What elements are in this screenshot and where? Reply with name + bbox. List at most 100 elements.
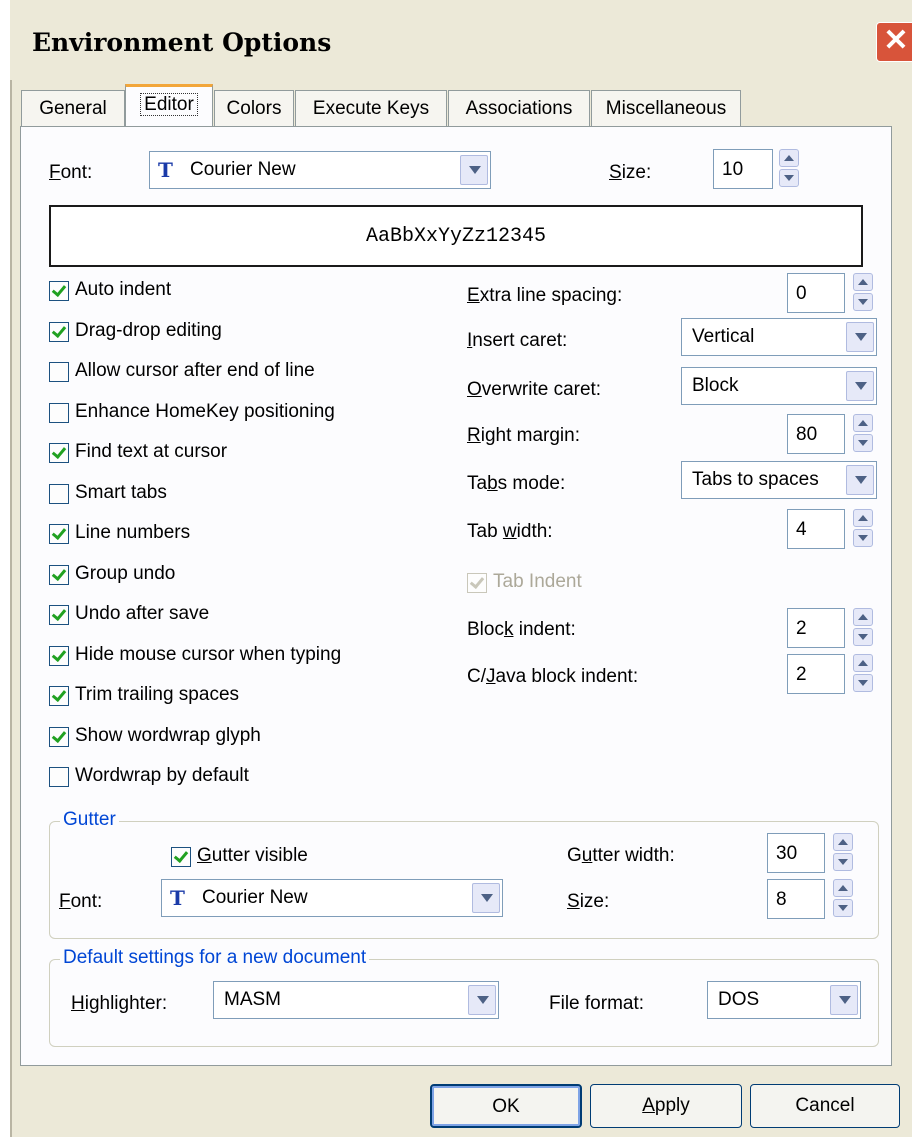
overwrite-caret-combo[interactable]: Block: [681, 367, 877, 405]
environment-options-window: Environment Options ✕ General Editor Col…: [0, 0, 912, 1137]
extra-line-spacing-input[interactable]: 0: [787, 273, 845, 313]
gutter-font-combo[interactable]: T Courier New: [161, 879, 503, 917]
title-bar[interactable]: Environment Options ✕: [10, 0, 912, 80]
option-checkbox[interactable]: [49, 443, 69, 463]
insert-caret-combo[interactable]: Vertical: [681, 318, 877, 356]
extra-line-spacing-label: Extra line spacing:: [467, 285, 623, 306]
tab-width-label: Tab width:: [467, 521, 553, 542]
spin-down-icon[interactable]: [853, 293, 873, 311]
option-checkbox[interactable]: [49, 645, 69, 666]
cancel-button[interactable]: Cancel: [750, 1084, 900, 1128]
spin-down-icon[interactable]: [853, 674, 873, 692]
cjava-block-indent-label: C/Java block indent:: [467, 666, 639, 687]
option-checkbox[interactable]: [49, 726, 69, 747]
spin-down-icon[interactable]: [833, 853, 853, 871]
option-label: Drag-drop editing: [75, 319, 222, 341]
spin-up-icon[interactable]: [833, 879, 853, 897]
highlighter-combo[interactable]: MASM: [213, 981, 499, 1019]
option-label: Smart tabs: [75, 481, 167, 503]
apply-label: Apply: [642, 1095, 690, 1116]
overwrite-caret-label: Overwrite caret:: [467, 379, 602, 400]
apply-button[interactable]: Apply: [590, 1084, 742, 1128]
ok-button[interactable]: OK: [430, 1084, 582, 1128]
spin-down-icon[interactable]: [853, 434, 873, 452]
close-button[interactable]: ✕: [876, 22, 912, 62]
gutter-size-spinner[interactable]: [833, 879, 853, 917]
option-label: Line numbers: [75, 522, 191, 543]
chevron-down-icon[interactable]: [846, 371, 874, 401]
size-label: Size:: [609, 162, 652, 183]
font-preview: AaBbXxYyZz12345: [49, 205, 863, 267]
option-checkbox[interactable]: [49, 524, 69, 544]
cjava-block-indent-spinner[interactable]: [853, 654, 873, 692]
right-margin-label: Right margin:: [467, 425, 581, 446]
chevron-down-icon[interactable]: [468, 985, 496, 1015]
block-indent-input[interactable]: 2: [787, 608, 845, 648]
option-checkbox[interactable]: [49, 402, 69, 423]
size-spinner[interactable]: [779, 149, 799, 187]
window-title: Environment Options: [32, 28, 332, 57]
chevron-down-icon[interactable]: [846, 322, 874, 352]
spin-up-icon[interactable]: [833, 833, 853, 851]
option-checkbox[interactable]: [49, 321, 69, 342]
option-label: Find text at cursor: [75, 441, 228, 462]
extra-line-spacing-spinner[interactable]: [853, 273, 873, 311]
spin-down-icon[interactable]: [779, 169, 799, 187]
tab-width-input[interactable]: 4: [787, 509, 845, 549]
option-checkbox[interactable]: [49, 483, 69, 504]
spin-up-icon[interactable]: [853, 654, 873, 672]
option-label: Auto indent: [75, 279, 172, 300]
spin-up-icon[interactable]: [779, 149, 799, 167]
chevron-down-icon[interactable]: [472, 883, 500, 913]
option-label: Wordwrap by default: [75, 765, 249, 786]
option-checkbox[interactable]: [49, 605, 69, 625]
tab-miscellaneous[interactable]: Miscellaneous: [591, 90, 741, 126]
right-margin-spinner[interactable]: [853, 414, 873, 452]
size-input[interactable]: 10: [713, 149, 773, 189]
tab-indent-checkbox[interactable]: [467, 573, 487, 593]
file-format-label: File format:: [549, 993, 645, 1014]
spin-down-icon[interactable]: [853, 628, 873, 646]
highlighter-label: Highlighter:: [71, 993, 168, 1014]
option-checkbox[interactable]: [49, 686, 69, 706]
option-checkbox[interactable]: [49, 767, 69, 787]
gutter-visible-checkbox[interactable]: [171, 847, 191, 867]
option-label: Enhance HomeKey positioning: [75, 400, 335, 422]
truetype-font-icon: T: [158, 158, 173, 182]
spin-down-icon[interactable]: [833, 899, 853, 917]
tab-execute-keys[interactable]: Execute Keys: [295, 90, 447, 126]
gutter-width-spinner[interactable]: [833, 833, 853, 871]
tab-general[interactable]: General: [21, 90, 125, 126]
right-margin-input[interactable]: 80: [787, 414, 845, 454]
tab-editor[interactable]: Editor: [125, 84, 213, 126]
chevron-down-icon[interactable]: [830, 985, 858, 1015]
gutter-width-input[interactable]: 30: [767, 833, 825, 873]
close-icon: ✕: [883, 24, 909, 57]
truetype-font-icon: T: [170, 886, 185, 910]
spin-down-icon[interactable]: [853, 529, 873, 547]
chevron-down-icon[interactable]: [460, 155, 488, 185]
file-format-combo[interactable]: DOS: [707, 981, 861, 1019]
gutter-visible-label: Gutter visible: [197, 845, 308, 866]
tab-indent-label: Tab Indent: [493, 571, 582, 592]
option-label: Trim trailing spaces: [75, 684, 240, 705]
option-checkbox[interactable]: [49, 564, 69, 585]
tab-associations[interactable]: Associations: [448, 90, 590, 126]
default-settings-caption: Default settings for a new document: [60, 947, 370, 969]
spin-up-icon[interactable]: [853, 608, 873, 626]
block-indent-spinner[interactable]: [853, 608, 873, 646]
tabs-mode-combo[interactable]: Tabs to spaces: [681, 461, 877, 499]
spin-up-icon[interactable]: [853, 509, 873, 527]
gutter-size-input[interactable]: 8: [767, 879, 825, 919]
block-indent-label: Block indent:: [467, 619, 576, 640]
spin-up-icon[interactable]: [853, 414, 873, 432]
tab-width-spinner[interactable]: [853, 509, 873, 547]
font-combo[interactable]: T Courier New: [149, 151, 491, 189]
cjava-block-indent-input[interactable]: 2: [787, 654, 845, 694]
option-checkbox[interactable]: [49, 362, 69, 382]
tab-colors[interactable]: Colors: [214, 90, 294, 126]
option-checkbox[interactable]: [49, 281, 69, 301]
gutter-width-label: Gutter width:: [567, 845, 675, 866]
spin-up-icon[interactable]: [853, 273, 873, 291]
chevron-down-icon[interactable]: [846, 465, 874, 495]
